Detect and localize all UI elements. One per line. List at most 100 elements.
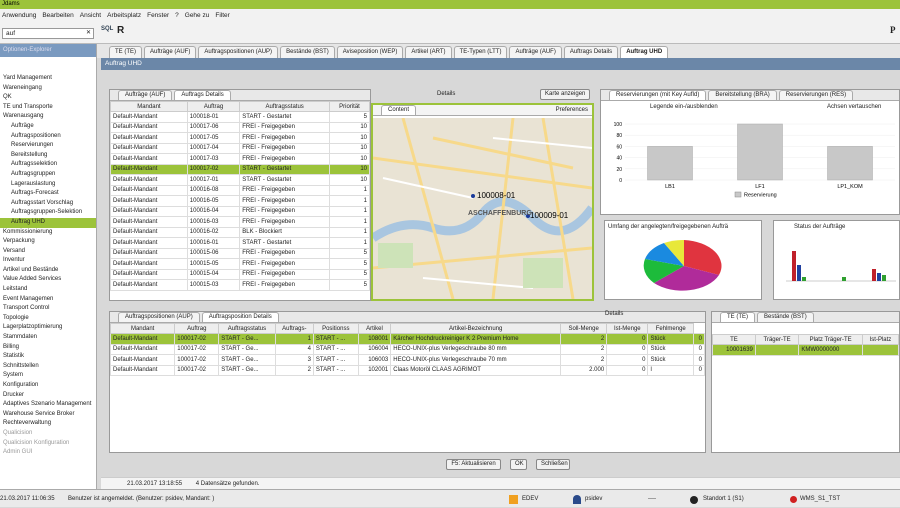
- main-tab[interactable]: Artikel (ART): [405, 46, 452, 58]
- column-header[interactable]: Auftragsstatus: [218, 323, 276, 334]
- sidebar-item[interactable]: Lagerauslastung: [0, 180, 96, 190]
- table-row[interactable]: Default-Mandant 100016-04 FREI - Freigegeb…: [110, 205, 370, 217]
- column-header[interactable]: Mandant: [109, 323, 176, 334]
- table-row[interactable]: Default-Mandant 100015-03 FREI - Freigegeb…: [110, 279, 370, 291]
- sidebar-item[interactable]: Rechteverwaltung: [0, 419, 96, 429]
- sidebar-item[interactable]: Leitstand: [0, 285, 96, 295]
- table-row[interactable]: Default-Mandant 100017-02 START - Ge... 2 ST…: [109, 364, 705, 376]
- menu-item[interactable]: Arbeitsplatz: [107, 9, 141, 22]
- menu-item[interactable]: Filter: [215, 9, 229, 22]
- column-header[interactable]: Ist-Platz: [861, 334, 900, 345]
- sidebar-item[interactable]: Auftragsstart Vorschlag: [0, 199, 96, 209]
- map-preferences[interactable]: Preferences: [556, 107, 588, 113]
- refresh-button[interactable]: F5: Aktualisieren: [446, 459, 501, 470]
- sidebar-item[interactable]: Versand: [0, 247, 96, 257]
- sidebar-item[interactable]: Auftragsgruppen: [0, 170, 96, 180]
- sidebar-item[interactable]: Statistik: [0, 352, 96, 362]
- panel-tab[interactable]: Auftragspositionen (AUP): [118, 312, 200, 322]
- sidebar-item[interactable]: Bereitstellung: [0, 151, 96, 161]
- table-row[interactable]: Default-Mandant 100016-05 FREI - Freigegeb…: [110, 195, 370, 207]
- table-row[interactable]: Default-Mandant 100017-02 START - Ge... 1 ST…: [109, 333, 705, 345]
- table-row[interactable]: Default-Mandant 100015-05 FREI - Freigegeb…: [110, 258, 370, 270]
- table-row[interactable]: Default-Mandant 100018-01 START - Gestarte…: [110, 111, 370, 123]
- sidebar-item[interactable]: Topologie: [0, 314, 96, 324]
- panel-tab[interactable]: TE (TE): [720, 312, 755, 322]
- sidebar-item[interactable]: Inventur: [0, 256, 96, 266]
- show-map-button[interactable]: Karte anzeigen: [540, 89, 591, 100]
- ok-button[interactable]: OK: [510, 459, 527, 470]
- sidebar-item[interactable]: Admin GUI: [0, 448, 96, 458]
- main-tab[interactable]: TE-Typen (LTT): [453, 46, 508, 58]
- panel-tab[interactable]: Bestände (BST): [757, 312, 814, 322]
- sidebar-item[interactable]: Stammdaten: [0, 333, 96, 343]
- sidebar-item[interactable]: Schnittstellen: [0, 362, 96, 372]
- sidebar-item[interactable]: TE und Transporte: [0, 103, 96, 113]
- column-header[interactable]: Auftrags-: [274, 323, 314, 334]
- sidebar-item[interactable]: Wareneingang: [0, 84, 96, 94]
- close-button[interactable]: Schließen: [536, 459, 570, 470]
- main-tab[interactable]: Aviseposition (WEP): [336, 46, 404, 58]
- column-header[interactable]: Auftragsstatus: [239, 101, 331, 112]
- table-row[interactable]: Default-Mandant 100017-01 START - Gestarte…: [110, 174, 370, 186]
- column-header[interactable]: Träger-TE: [754, 334, 800, 345]
- table-row[interactable]: Default-Mandant 100017-02 START - Ge... 4 ST…: [109, 343, 705, 355]
- sidebar-item[interactable]: Yard Management: [0, 74, 96, 84]
- menu-item[interactable]: Fenster: [147, 9, 169, 22]
- sidebar-item[interactable]: Auftrags-Forecast: [0, 189, 96, 199]
- column-header[interactable]: Ist-Menge: [606, 323, 649, 334]
- column-header[interactable]: Artikel: [357, 323, 392, 334]
- table-row[interactable]: Default-Mandant 100017-04 FREI - Freigegeb…: [110, 142, 370, 154]
- table-row[interactable]: Default-Mandant 100017-03 FREI - Freigegeb…: [110, 153, 370, 165]
- map-content-tab[interactable]: Content: [381, 105, 417, 115]
- column-header[interactable]: Priorität: [329, 101, 370, 112]
- sidebar-item[interactable]: System: [0, 371, 96, 381]
- main-tab[interactable]: Auftrags Details: [563, 46, 619, 58]
- sidebar-item[interactable]: Auftragsgruppen-Selektion: [0, 208, 96, 218]
- table-row[interactable]: Default-Mandant 100016-01 START - Gestarte…: [110, 237, 370, 249]
- column-header[interactable]: TE: [712, 334, 756, 345]
- swap-axes[interactable]: Achsen vertauschen: [827, 104, 881, 110]
- panel-tab[interactable]: Reservierungen (RES): [778, 90, 854, 100]
- sidebar-item[interactable]: Transport Control: [0, 304, 96, 314]
- sidebar-item[interactable]: Lagerplatzoptimierung: [0, 323, 96, 333]
- menu-item[interactable]: Gehe zu: [185, 9, 210, 22]
- sidebar-item[interactable]: Auftragsselektion: [0, 160, 96, 170]
- column-header[interactable]: Platz Träger-TE: [798, 334, 863, 345]
- column-header[interactable]: Fehlmenge: [647, 323, 695, 334]
- menu-item[interactable]: Anwendung: [2, 9, 36, 22]
- column-header[interactable]: Artikel-Bezeichnung: [390, 323, 562, 334]
- sidebar-item[interactable]: Qualicision: [0, 429, 96, 439]
- table-row[interactable]: Default-Mandant 100015-06 FREI - Freigegeb…: [110, 247, 370, 259]
- sidebar-item[interactable]: Auftragspositionen: [0, 132, 96, 142]
- legend-toggle[interactable]: Legende ein-/ausblenden: [650, 104, 718, 110]
- main-tab[interactable]: TE (TE): [109, 46, 142, 58]
- menu-item[interactable]: Bearbeiten: [42, 9, 73, 22]
- sidebar-item[interactable]: Billing: [0, 343, 96, 353]
- search-input[interactable]: auf ✕: [2, 28, 94, 39]
- sidebar-item[interactable]: Warenausgang: [0, 112, 96, 122]
- sidebar-item[interactable]: Value Added Services: [0, 275, 96, 285]
- column-header[interactable]: Mandant: [110, 101, 188, 112]
- panel-tab[interactable]: Bereitstellung (BRA): [708, 90, 777, 100]
- map-marker[interactable]: [471, 194, 475, 198]
- clear-icon[interactable]: ✕: [86, 29, 91, 38]
- sidebar-item[interactable]: Adaptives Szenario Management: [0, 400, 96, 410]
- table-row[interactable]: Default-Mandant 100016-08 FREI - Freigegeb…: [110, 184, 370, 196]
- panel-tab[interactable]: Aufträge (AUF): [118, 90, 173, 100]
- report-icon[interactable]: R: [117, 25, 124, 36]
- panel-tab[interactable]: Auftragsposition Details: [201, 312, 279, 322]
- table-row[interactable]: Default-Mandant 100017-06 FREI - Freigegeb…: [110, 121, 370, 133]
- column-header[interactable]: Soll-Menge: [560, 323, 608, 334]
- sidebar-item[interactable]: Warehouse Service Broker: [0, 410, 96, 420]
- column-header[interactable]: Auftrag: [174, 323, 220, 334]
- sidebar-item[interactable]: Konfiguration: [0, 381, 96, 391]
- sidebar-item[interactable]: Aufträge: [0, 122, 96, 132]
- table-row[interactable]: Default-Mandant 100015-04 FREI - Freigegeb…: [110, 268, 370, 280]
- main-tab[interactable]: Bestände (BST): [280, 46, 335, 58]
- sidebar-item[interactable]: Auftrag UHD: [0, 217, 96, 228]
- panel-tab[interactable]: Auftrags Details: [174, 90, 231, 100]
- table-row[interactable]: 10001639 KMW0000000: [712, 344, 900, 356]
- column-header[interactable]: Auftrag: [186, 101, 241, 112]
- table-row[interactable]: Default-Mandant 100017-02 START - Gestarte…: [110, 163, 370, 175]
- sidebar-item[interactable]: Reservierungen: [0, 141, 96, 151]
